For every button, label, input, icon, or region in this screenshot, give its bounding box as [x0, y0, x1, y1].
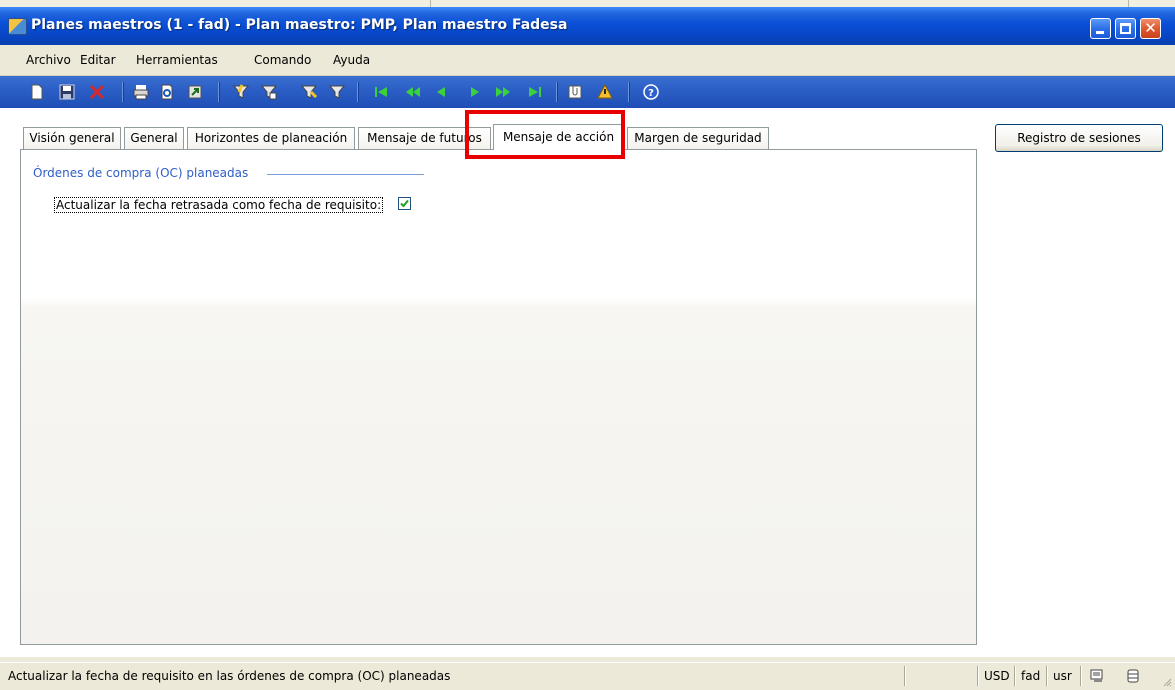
tab-vision-general[interactable]: Visión general — [23, 127, 121, 149]
close-icon: ✕ — [1144, 19, 1157, 37]
status-layer: usr — [1053, 669, 1072, 683]
update-date-checkbox[interactable] — [398, 197, 411, 210]
menu-archivo[interactable]: Archivo — [26, 53, 71, 67]
minimize-button[interactable] — [1090, 18, 1111, 39]
menu-bar: Archivo Editar Herramientas Comando Ayud… — [0, 45, 1175, 76]
title-bar[interactable]: Planes maestros (1 - fad) - Plan maestro… — [0, 7, 1175, 45]
filter-by-form-icon[interactable] — [260, 83, 278, 101]
status-bar: Actualizar la fecha de requisito en las … — [0, 662, 1175, 690]
minimize-icon — [1096, 31, 1104, 34]
menu-editar[interactable]: Editar — [80, 53, 116, 67]
highlight-box — [465, 110, 625, 159]
tab-general[interactable]: General — [124, 127, 184, 149]
tab-horizontes-de-planeacion[interactable]: Horizontes de planeación — [187, 127, 355, 149]
previous-page-icon[interactable] — [404, 83, 422, 101]
close-button[interactable]: ✕ — [1140, 18, 1161, 39]
group-title: Órdenes de compra (OC) planeadas — [33, 166, 249, 180]
update-date-label: Actualizar la fecha retrasada como fecha… — [53, 197, 384, 213]
first-record-icon[interactable] — [372, 83, 390, 101]
group-divider — [267, 174, 424, 175]
filter-by-selection-icon[interactable] — [232, 83, 250, 101]
next-record-icon[interactable] — [466, 83, 484, 101]
help-icon[interactable]: ? — [642, 83, 660, 101]
alerts-icon[interactable] — [596, 83, 614, 101]
new-icon[interactable] — [28, 83, 46, 101]
session-icon[interactable] — [1090, 669, 1106, 683]
menu-herramientas[interactable]: Herramientas — [136, 53, 218, 67]
next-page-icon[interactable] — [494, 83, 512, 101]
menu-comando[interactable]: Comando — [254, 53, 311, 67]
status-company[interactable]: fad — [1021, 669, 1040, 683]
advanced-filter-icon[interactable] — [300, 83, 318, 101]
resize-grip-icon[interactable] — [1162, 677, 1172, 687]
client-area: Visión general General Horizontes de pla… — [0, 108, 1175, 657]
checkmark-icon — [400, 199, 409, 208]
svg-text:?: ? — [648, 88, 654, 99]
tab-margen-de-seguridad[interactable]: Margen de seguridad — [627, 127, 769, 149]
database-icon[interactable] — [1126, 669, 1140, 683]
window-title: Planes maestros (1 - fad) - Plan maestro… — [31, 17, 568, 33]
menu-ayuda[interactable]: Ayuda — [333, 53, 370, 67]
tab-panel: Órdenes de compra (OC) planeadas Actuali… — [20, 149, 977, 645]
session-log-button[interactable]: Registro de sesiones — [995, 124, 1163, 152]
remove-filter-icon[interactable] — [328, 83, 346, 101]
save-icon[interactable] — [58, 83, 76, 101]
attachments-icon[interactable] — [566, 83, 584, 101]
delete-icon[interactable] — [88, 83, 106, 101]
maximize-icon — [1120, 23, 1131, 34]
print-icon[interactable] — [132, 83, 150, 101]
maximize-button[interactable] — [1115, 18, 1136, 39]
status-help-text: Actualizar la fecha de requisito en las … — [8, 669, 451, 683]
print-preview-icon[interactable] — [158, 83, 176, 101]
app-icon — [8, 18, 27, 35]
previous-record-icon[interactable] — [432, 83, 450, 101]
toolbar: ? — [0, 76, 1175, 108]
export-icon[interactable] — [186, 83, 204, 101]
last-record-icon[interactable] — [526, 83, 544, 101]
status-currency[interactable]: USD — [984, 669, 1010, 683]
